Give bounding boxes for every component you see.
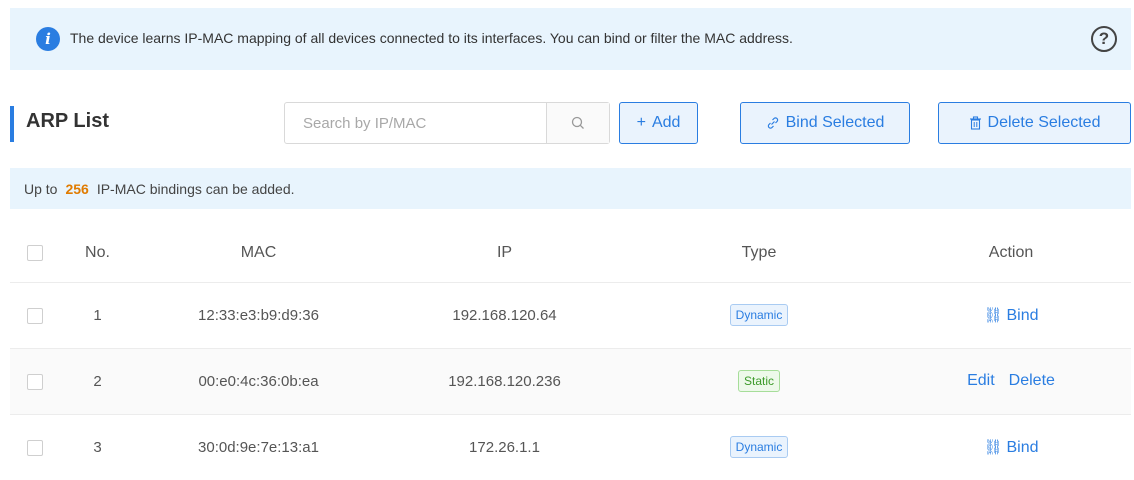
bind-link-label: Bind (1006, 306, 1039, 324)
column-header-type: Type (741, 243, 777, 261)
row-mac: 12:33:e3:b9:d9:36 (198, 306, 319, 324)
bind-link-label: Bind (1006, 438, 1039, 456)
row-no: 2 (93, 372, 102, 390)
type-badge: Dynamic (729, 436, 789, 459)
bind-link[interactable]: ⛓ Bind (983, 439, 1038, 456)
row-no: 1 (93, 306, 102, 324)
add-button[interactable]: + Add (619, 102, 698, 144)
table-row: 1 12:33:e3:b9:d9:36 192.168.120.64 Dynam… (10, 282, 1131, 348)
edit-link[interactable]: Edit (967, 372, 995, 389)
search-icon (571, 116, 584, 129)
row-no: 3 (93, 438, 102, 456)
row-mac: 30:0d:9e:7e:13:a1 (198, 438, 319, 456)
table-row: 2 00:e0:4c:36:0b:ea 192.168.120.236 Stat… (10, 348, 1131, 414)
column-header-ip: IP (496, 243, 513, 261)
column-header-action: Action (988, 243, 1034, 261)
title-accent-bar (10, 106, 14, 142)
row-ip: 192.168.120.64 (452, 306, 557, 324)
bind-link[interactable]: ⛓ Bind (983, 307, 1038, 324)
add-button-label: Add (651, 114, 681, 131)
search-box (284, 102, 610, 144)
column-header-no: No. (85, 243, 110, 261)
select-all-checkbox[interactable] (27, 244, 43, 261)
delete-selected-button[interactable]: Delete Selected (938, 102, 1131, 144)
type-badge: Static (737, 370, 780, 392)
limit-suffix: IP-MAC bindings can be added. (96, 180, 295, 197)
limit-count: 256 (65, 180, 89, 197)
search-input[interactable] (285, 103, 546, 143)
info-message: The device learns IP-MAC mapping of all … (70, 30, 793, 46)
row-ip: 192.168.120.236 (448, 372, 561, 390)
plus-icon: + (636, 114, 646, 131)
table-header-row: No. MAC IP Type Action (10, 224, 1131, 282)
row-checkbox[interactable] (27, 373, 43, 390)
type-badge: Dynamic (729, 304, 789, 326)
link-icon: ⛓ (983, 438, 1003, 456)
search-button[interactable] (546, 103, 609, 143)
info-icon: i (36, 27, 60, 51)
help-icon[interactable]: ? (1091, 26, 1117, 52)
row-ip: 172.26.1.1 (469, 438, 540, 456)
page-title: ARP List (26, 110, 109, 132)
table-row: 3 30:0d:9e:7e:13:a1 172.26.1.1 Dynamic ⛓… (10, 414, 1131, 480)
trash-icon (969, 116, 981, 130)
row-mac: 00:e0:4c:36:0b:ea (198, 372, 319, 390)
delete-selected-label: Delete Selected (987, 114, 1101, 131)
row-checkbox[interactable] (27, 439, 43, 456)
column-header-mac: MAC (240, 243, 277, 261)
limit-prefix: Up to (24, 180, 58, 197)
link-icon: ⛓ (983, 306, 1003, 324)
bind-selected-label: Bind Selected (785, 114, 885, 131)
select-all-cell (10, 224, 60, 282)
arp-table: No. MAC IP Type Action 1 12:33:e3:b9:d9:… (10, 224, 1131, 480)
binding-limit-banner: Up to 256 IP-MAC bindings can be added. (10, 168, 1131, 209)
link-icon (767, 117, 778, 129)
row-checkbox[interactable] (27, 307, 43, 324)
bind-selected-button[interactable]: Bind Selected (740, 102, 910, 144)
delete-link[interactable]: Delete (1009, 372, 1055, 389)
info-banner: i The device learns IP-MAC mapping of al… (10, 8, 1131, 70)
